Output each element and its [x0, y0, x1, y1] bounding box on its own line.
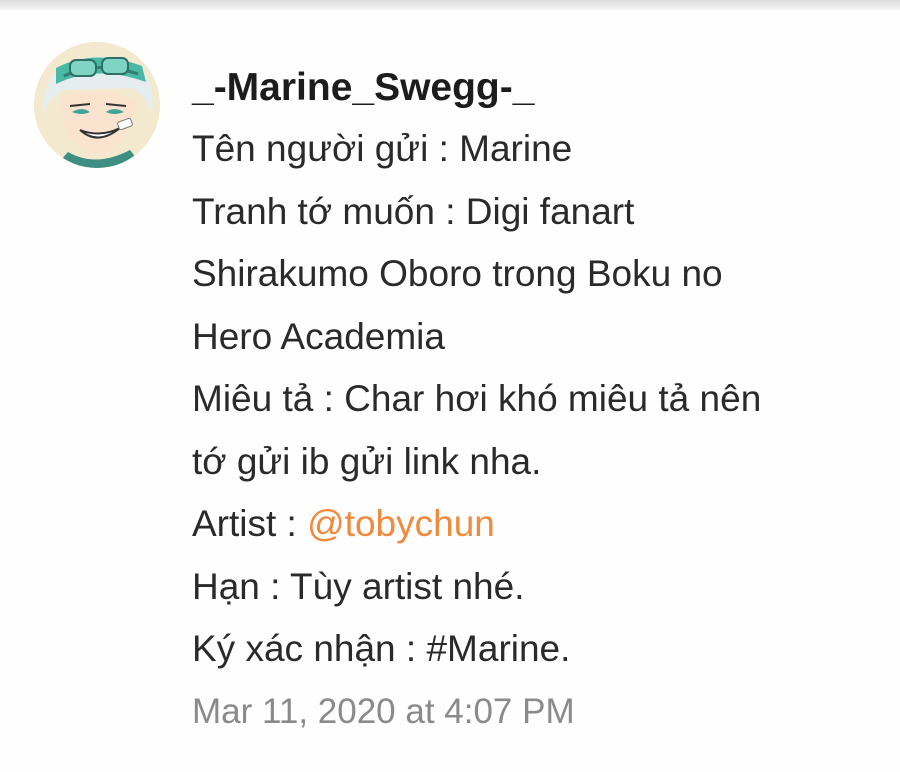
comment-card: _-Marine_Swegg-_ Tên người gửi : Marine … [0, 0, 900, 772]
artist-line: Artist : @tobychun [192, 493, 882, 556]
comment-body: _-Marine_Swegg-_ Tên người gửi : Marine … [192, 58, 882, 743]
artist-prefix: Artist : [192, 503, 308, 544]
comment-line-5: Miêu tả : Char hơi khó miêu tả nên [192, 378, 762, 419]
comment-line-6: tớ gửi ib gửi link nha. [192, 440, 542, 482]
comment-line-4: Hero Academia [192, 315, 445, 357]
comment-line-3: Shirakumo Oboro trong Boku no [192, 253, 723, 294]
artist-mention-link[interactable]: @tobychun [307, 503, 495, 544]
comment-line-2: Tranh tớ muốn : Digi fanart [192, 190, 635, 232]
deadline-line: Hạn : Tùy artist nhé. [192, 565, 525, 607]
comment-line-1: Tên người gửi : Marine [192, 128, 573, 169]
timestamp: Mar 11, 2020 at 4:07 PM [192, 691, 575, 731]
confirm-line: Ký xác nhận : #Marine. [192, 628, 571, 669]
avatar[interactable] [34, 42, 160, 168]
username[interactable]: _-Marine_Swegg-_ [192, 58, 882, 118]
top-divider [0, 0, 900, 10]
avatar-illustration [34, 42, 160, 168]
